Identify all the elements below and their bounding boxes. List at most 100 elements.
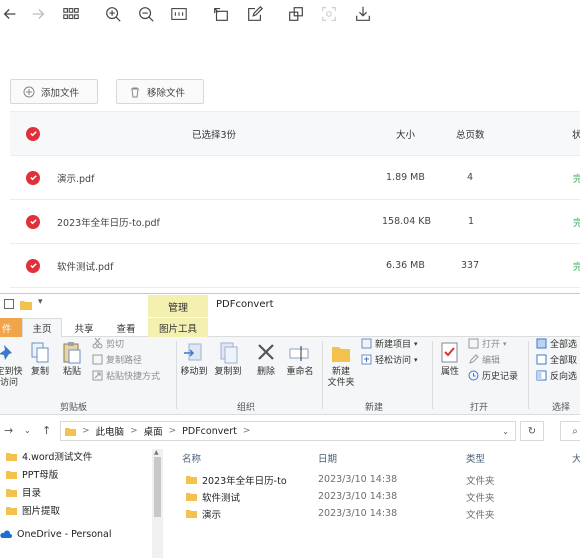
navigation-pane: 4.word测试文件 PPT母版 目录 图片提取 OneDrive - Pers… <box>0 449 165 558</box>
back-arrow-icon[interactable]: → <box>4 424 13 437</box>
nav-item-onedrive[interactable]: OneDrive - Personal <box>0 529 112 540</box>
scan-icon[interactable] <box>319 4 339 24</box>
up-arrow-icon[interactable]: ↑ <box>42 424 51 437</box>
search-box[interactable]: ⌕ <box>560 421 580 441</box>
list-item[interactable]: 软件测试 2023/3/10 14:38 文件夹 <box>170 488 580 505</box>
select-group-label: 选择 <box>552 403 571 413</box>
folder-name: 2023年全年日历-to <box>202 475 287 487</box>
pin-quick-access-button[interactable]: 定到快 访问 <box>0 341 23 389</box>
cut-button[interactable]: 剪切 <box>92 337 124 350</box>
pages-column-header[interactable]: 总页数 <box>456 112 485 155</box>
table-row[interactable]: 演示.pdf 1.89 MB 4 完 <box>10 156 580 200</box>
tab-share[interactable]: 共享 <box>66 318 102 337</box>
rotate-icon[interactable] <box>211 4 231 24</box>
paste-shortcut-button[interactable]: 粘贴快捷方式 <box>92 369 160 382</box>
size-column-header[interactable]: 大小 <box>396 112 415 155</box>
ribbon-separator <box>176 341 177 409</box>
breadcrumb-pdfconvert[interactable]: PDFconvert <box>182 426 237 437</box>
row-checkbox[interactable] <box>26 200 40 243</box>
address-bar[interactable]: > 此电脑 > 桌面 > PDFconvert > ⌄ <box>60 421 516 441</box>
rename-button[interactable]: 重命名 <box>284 341 316 378</box>
fit-width-icon[interactable] <box>169 4 189 24</box>
qat-dropdown-icon[interactable]: ▾ <box>38 297 43 307</box>
column-header-type[interactable]: 类型 <box>466 449 485 467</box>
pin-label: 定到快 访问 <box>0 367 23 388</box>
copy-path-button[interactable]: 复制路径 <box>92 353 142 366</box>
move-to-button[interactable]: 移动到 <box>180 341 208 378</box>
new-item-icon <box>361 338 372 349</box>
tab-file[interactable]: 件 <box>0 318 22 337</box>
plus-circle-icon <box>23 86 35 97</box>
new-item-button[interactable]: 新建项目 ▾ <box>361 337 418 350</box>
cloud-icon <box>0 530 12 538</box>
history-button[interactable]: 历史记录 <box>468 369 518 382</box>
status-column-header[interactable]: 状 <box>572 112 580 155</box>
status-text: 完 <box>573 261 580 273</box>
nav-item[interactable]: 目录 <box>6 485 41 499</box>
select-none-button[interactable]: 全部取 <box>536 353 577 366</box>
checkmark-icon <box>29 263 37 269</box>
dropdown-icon: ▾ <box>414 339 418 348</box>
zoom-in-icon[interactable] <box>103 4 123 24</box>
rename-icon <box>289 346 309 361</box>
move-to-label: 移动到 <box>180 367 208 377</box>
open-button[interactable]: 打开 ▾ <box>468 337 507 350</box>
list-item[interactable]: 2023年全年日历-to 2023/3/10 14:38 文件夹 <box>170 471 580 488</box>
open-group-label: 打开 <box>470 403 489 413</box>
select-none-icon <box>536 354 547 365</box>
copy-to-button[interactable]: 复制到 <box>214 341 242 378</box>
zoom-out-icon[interactable] <box>136 4 156 24</box>
add-file-button[interactable]: 添加文件 <box>10 79 98 104</box>
table-row[interactable]: 软件测试.pdf 6.36 MB 337 完 <box>10 244 580 288</box>
nav-item[interactable]: PPT母版 <box>6 467 58 481</box>
column-header-size[interactable]: 大 <box>572 449 580 467</box>
scroll-up-icon[interactable]: ▲ <box>154 449 159 456</box>
new-item-label: 新建项目 <box>375 340 412 350</box>
column-header-date[interactable]: 日期 <box>318 449 337 467</box>
refresh-button[interactable]: ↻ <box>520 421 544 441</box>
delete-button[interactable]: 删除 <box>254 341 278 378</box>
file-type: 文件夹 <box>466 492 495 504</box>
ribbon-separator <box>528 341 529 409</box>
tab-home[interactable]: 主页 <box>22 318 62 337</box>
column-header-name[interactable]: 名称 <box>182 449 201 467</box>
refresh-icon: ↻ <box>527 425 537 437</box>
breadcrumb-separator: > <box>168 426 177 436</box>
list-item[interactable]: 演示 2023/3/10 14:38 文件夹 <box>170 505 580 522</box>
back-arrow-icon[interactable] <box>0 4 20 24</box>
folder-icon <box>6 488 17 497</box>
remove-file-button[interactable]: 移除文件 <box>116 79 204 104</box>
breadcrumb-desktop[interactable]: 桌面 <box>144 424 163 438</box>
nav-item[interactable]: 图片提取 <box>6 503 60 517</box>
properties-button[interactable]: 属性 <box>436 341 464 378</box>
tab-view[interactable]: 查看 <box>108 318 144 337</box>
breadcrumb-this-pc[interactable]: 此电脑 <box>96 424 125 438</box>
copy-button[interactable]: 复制 <box>28 341 52 378</box>
copy-to-label: 复制到 <box>214 367 242 377</box>
quick-check-icon[interactable] <box>4 299 14 309</box>
row-checkbox[interactable] <box>26 244 40 287</box>
address-dropdown-icon[interactable]: ⌄ <box>502 427 509 436</box>
edit-button[interactable]: 编辑 <box>468 353 500 366</box>
row-checkbox[interactable] <box>26 156 40 199</box>
tab-picture-tools[interactable]: 图片工具 <box>148 318 208 337</box>
easy-access-button[interactable]: 轻松访问 ▾ <box>361 353 418 366</box>
recent-dropdown-icon[interactable]: ⌄ <box>24 426 31 435</box>
download-icon[interactable] <box>353 4 373 24</box>
grid-view-icon[interactable] <box>61 4 81 24</box>
edit-icon[interactable] <box>245 4 265 24</box>
open-icon <box>468 338 479 349</box>
crop-icon[interactable] <box>286 4 306 24</box>
select-all-checkbox[interactable] <box>26 112 40 155</box>
invert-selection-button[interactable]: 反向选 <box>536 369 577 382</box>
select-all-button[interactable]: 全部选 <box>536 337 577 350</box>
table-row[interactable]: 2023年全年日历-to.pdf 158.04 KB 1 完 <box>10 200 580 244</box>
nav-scrollbar[interactable]: ▲ <box>152 449 163 558</box>
new-folder-button[interactable]: 新建 文件夹 <box>326 341 356 389</box>
nav-item[interactable]: 4.word测试文件 <box>6 449 92 463</box>
paste-button[interactable]: 粘贴 <box>60 341 84 378</box>
scroll-thumb[interactable] <box>154 457 161 517</box>
folder-icon <box>186 493 197 501</box>
forward-arrow-icon[interactable] <box>28 4 48 24</box>
context-tab-manage[interactable]: 管理 <box>148 295 208 317</box>
